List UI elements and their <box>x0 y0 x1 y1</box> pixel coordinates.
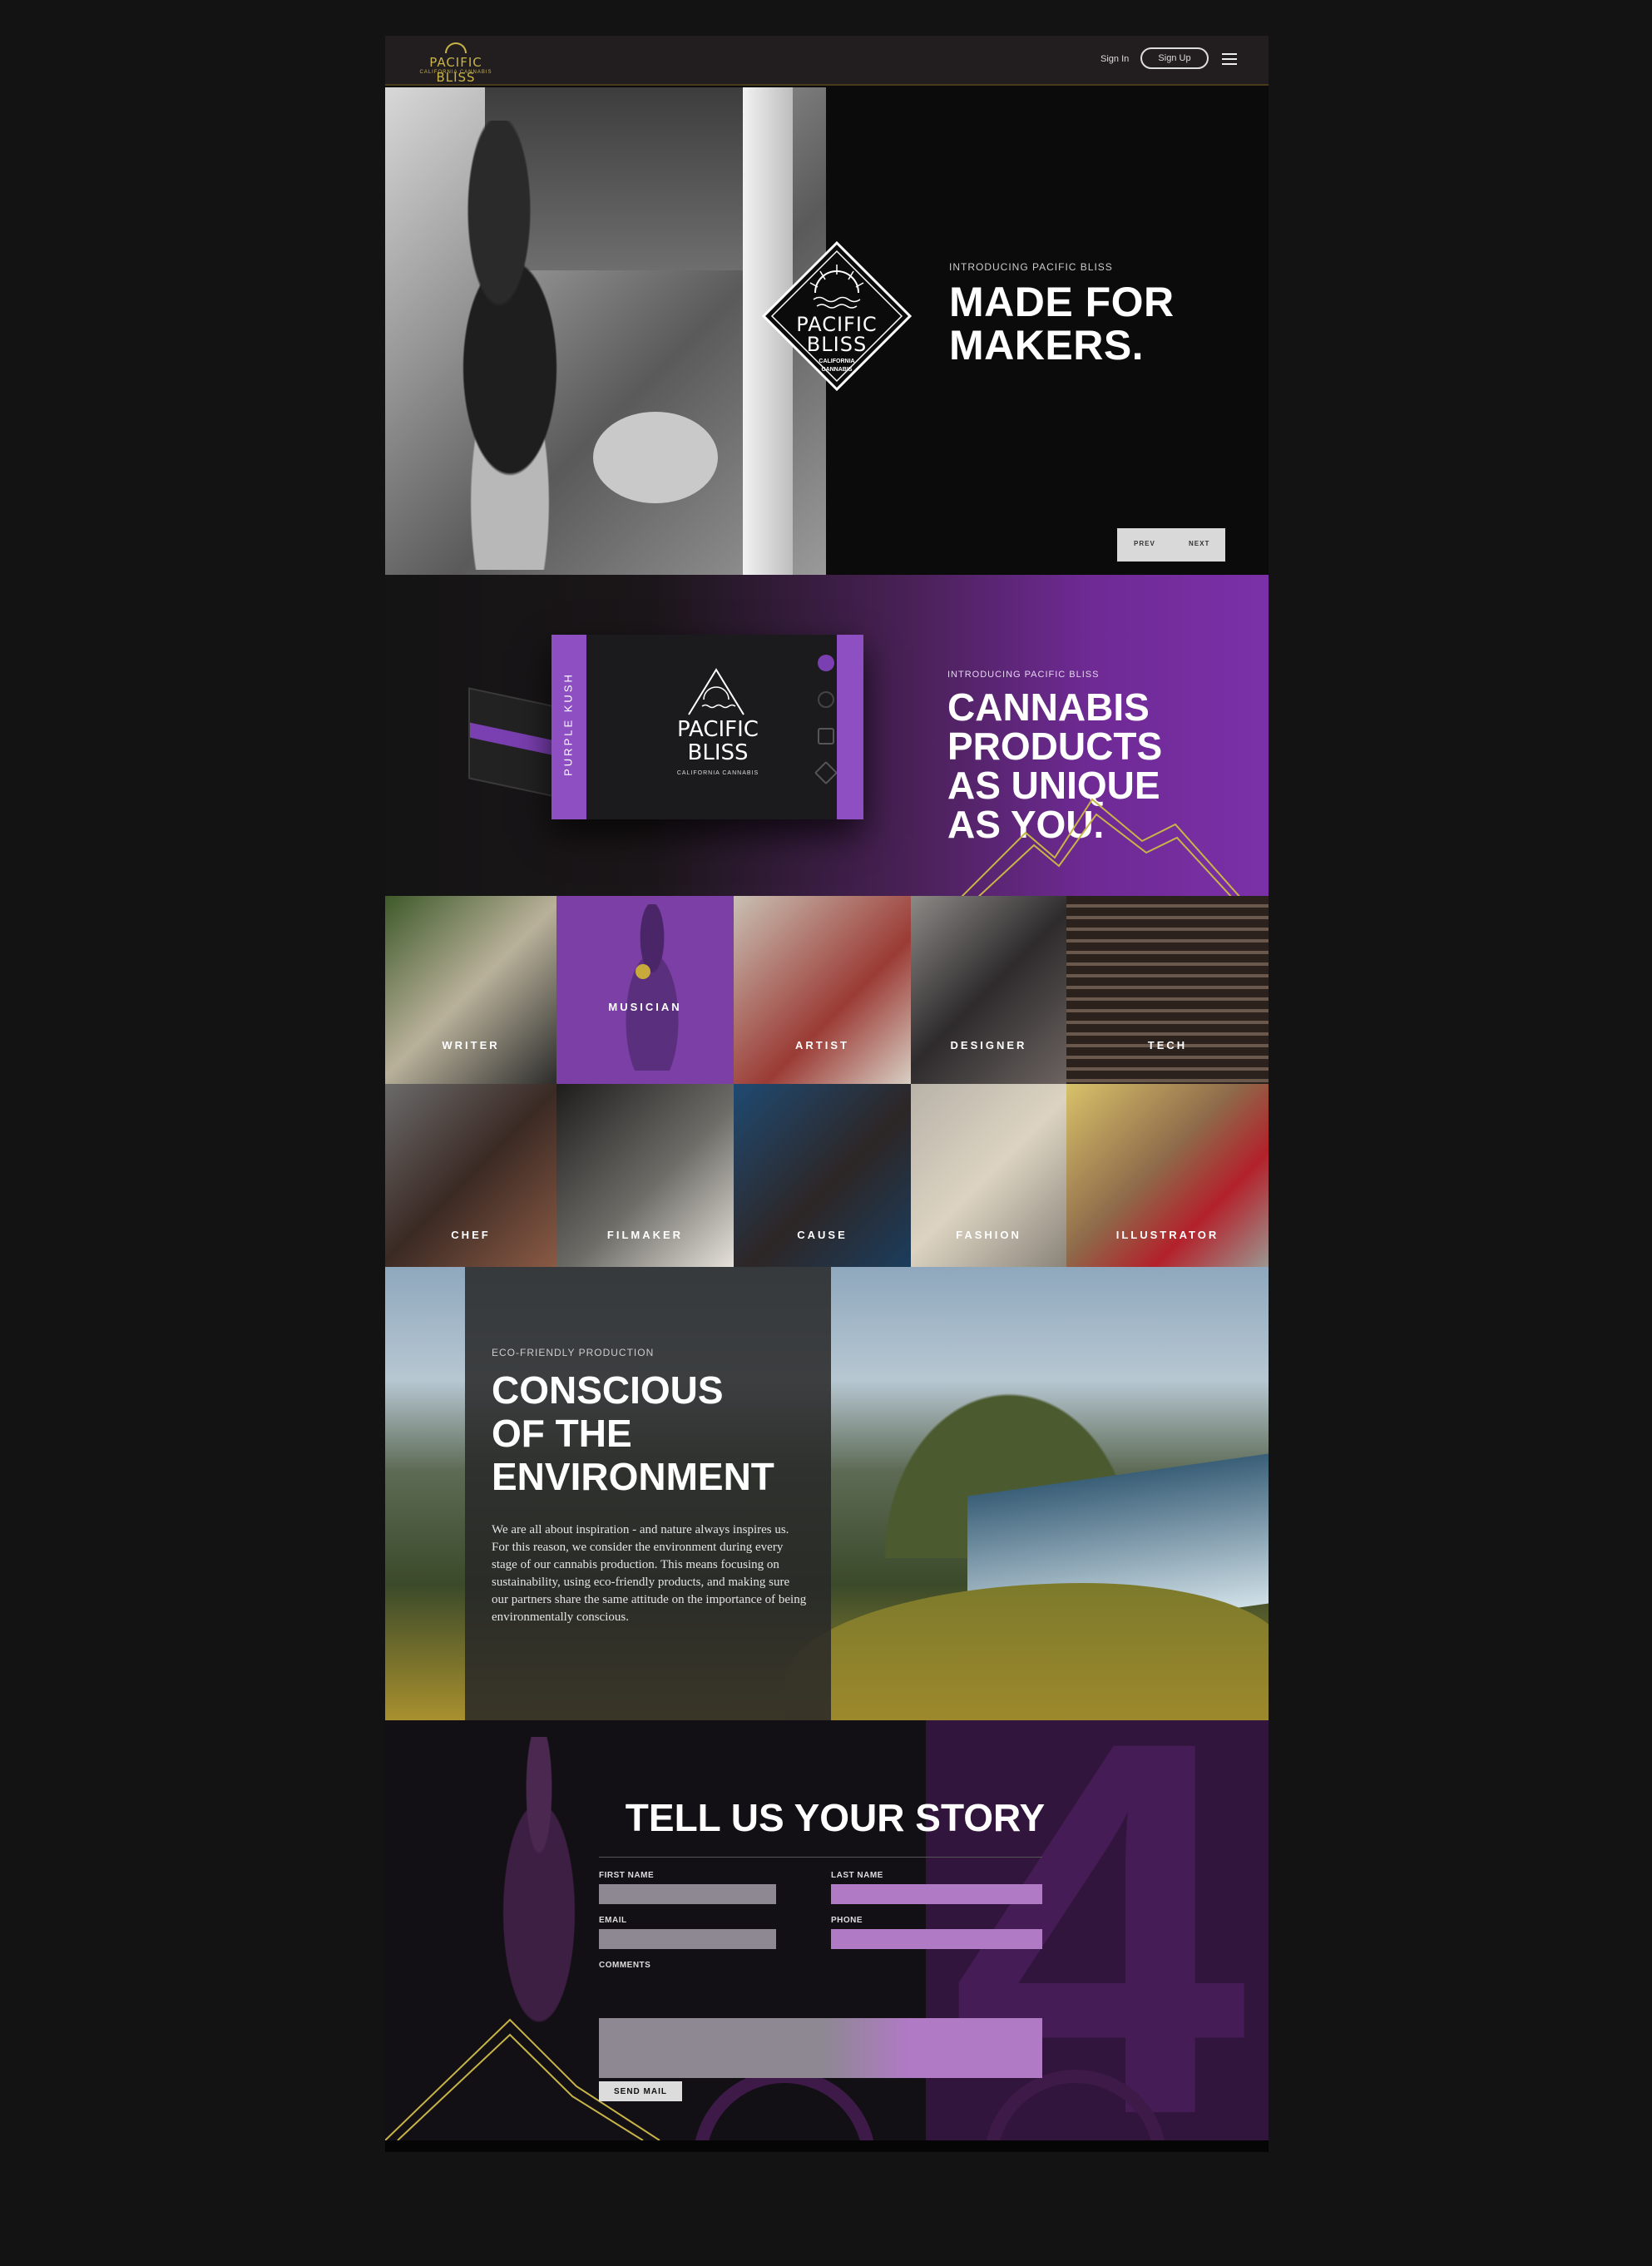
diamond-icon <box>814 760 838 785</box>
maker-tile-artist[interactable]: ARTIST <box>734 896 911 1084</box>
svg-text:BLISS: BLISS <box>807 333 867 356</box>
eco-title: CONSCIOUS OF THE ENVIRONMENT <box>492 1368 774 1498</box>
maker-tile-designer[interactable]: DESIGNER <box>911 896 1066 1084</box>
prev-button[interactable]: PREV <box>1134 540 1155 547</box>
footer-bar <box>385 2140 1269 2152</box>
mountain-sun-icon <box>688 668 744 715</box>
first-name-input[interactable] <box>599 1884 776 1904</box>
brand-logo[interactable]: PACIFIC BLISS CALIFORNIA CANNABIS <box>410 41 502 85</box>
maker-tile-tech[interactable]: TECH <box>1066 896 1269 1084</box>
cannabis-leaf-icon <box>818 655 834 671</box>
phone-label: PHONE <box>831 1916 863 1925</box>
top-navigation: PACIFIC BLISS CALIFORNIA CANNABIS Sign I… <box>385 36 1269 86</box>
last-name-input[interactable] <box>831 1884 1042 1904</box>
maker-tile-chef[interactable]: CHEF <box>385 1084 556 1267</box>
divider <box>599 1857 1042 1858</box>
box-brand-subtitle: CALIFORNIA CANNABIS <box>676 770 759 776</box>
pacific-bliss-diamond-badge-icon: PACIFIC BLISS CALIFORNIA CANNABIS <box>762 241 912 391</box>
last-name-label: LAST NAME <box>831 1871 883 1880</box>
next-button[interactable]: NEXT <box>1189 540 1209 547</box>
sign-in-link[interactable]: Sign In <box>1101 54 1129 64</box>
first-name-label: FIRST NAME <box>599 1871 655 1880</box>
mountain-lines-icon <box>961 798 1240 896</box>
hero-eyebrow: INTRODUCING PACIFIC BLISS <box>949 261 1113 273</box>
hamburger-menu-icon[interactable] <box>1222 53 1237 65</box>
wave-icon <box>818 728 834 745</box>
eco-section: ECO-FRIENDLY PRODUCTION CONSCIOUS OF THE… <box>385 1267 1269 1720</box>
svg-text:CANNABIS: CANNABIS <box>822 367 853 373</box>
slider-pager: PREV NEXT <box>1117 528 1225 562</box>
comments-textarea[interactable] <box>599 2018 1042 2078</box>
hero-painter-photo <box>385 87 826 575</box>
product-banner: PURPLE KUSH PACIFIC BLISS CALIFORNIA CAN… <box>385 575 1269 896</box>
product-box: PURPLE KUSH PACIFIC BLISS CALIFORNIA CAN… <box>551 635 863 819</box>
eco-body: We are all about inspiration - and natur… <box>492 1523 807 1624</box>
hero-title: MADE FOR MAKERS. <box>949 279 1175 369</box>
phone-input[interactable] <box>831 1929 1042 1949</box>
maker-tile-illustrator[interactable]: ILLUSTRATOR <box>1066 1084 1269 1267</box>
comments-label: COMMENTS <box>599 1961 651 1970</box>
email-label: EMAIL <box>599 1916 627 1925</box>
play-icon <box>636 964 650 979</box>
maker-tile-fashion[interactable]: FASHION <box>911 1084 1066 1267</box>
email-input[interactable] <box>599 1929 776 1949</box>
logo-subtitle: CALIFORNIA CANNABIS <box>419 70 492 75</box>
product-eyebrow: INTRODUCING PACIFIC BLISS <box>947 670 1100 680</box>
send-mail-button[interactable]: SEND MAIL <box>599 2081 682 2101</box>
maker-tile-filmaker[interactable]: FILMAKER <box>556 1084 734 1267</box>
maker-tile-writer[interactable]: WRITER <box>385 896 556 1084</box>
box-brand: PACIFIC BLISS <box>677 717 759 765</box>
bike-wheel-icon <box>693 2070 876 2140</box>
svg-text:CALIFORNIA: CALIFORNIA <box>819 359 854 364</box>
story-form-section: 4 TELL US YOUR STORY FIRST NAME LAST NAM… <box>385 1720 1269 2140</box>
hero-slider: PACIFIC BLISS CALIFORNIA CANNABIS INTROD… <box>385 87 1269 575</box>
sign-up-button[interactable]: Sign Up <box>1140 47 1209 69</box>
maker-tile-cause[interactable]: CAUSE <box>734 1084 911 1267</box>
makers-grid: WRITER MUSICIAN ARTIST DESIGNER TECH CHE… <box>385 896 1269 1267</box>
maker-tile-musician[interactable]: MUSICIAN <box>556 896 734 1084</box>
circle-icon <box>818 691 834 708</box>
story-title: TELL US YOUR STORY <box>625 1796 1046 1839</box>
eco-eyebrow: ECO-FRIENDLY PRODUCTION <box>492 1347 655 1358</box>
box-strain-label: PURPLE KUSH <box>561 672 575 776</box>
eco-text-panel: ECO-FRIENDLY PRODUCTION CONSCIOUS OF THE… <box>465 1267 831 1720</box>
page: PACIFIC BLISS CALIFORNIA CANNABIS Sign I… <box>385 36 1269 2152</box>
sun-icon <box>445 42 467 53</box>
